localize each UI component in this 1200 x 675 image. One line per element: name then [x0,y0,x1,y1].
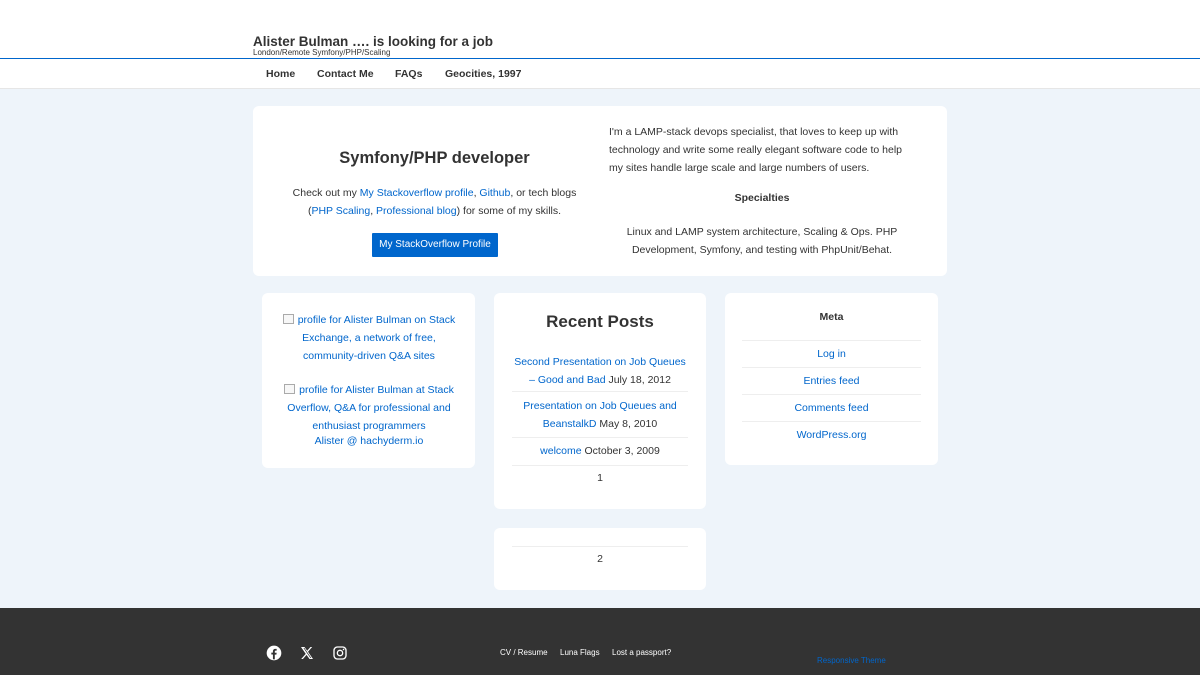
meta-title: Meta [819,311,844,323]
hero-desc-suffix: ) for some of my skills. [456,205,562,217]
stackoverflow-profile-link[interactable]: My Stackoverflow profile [360,187,474,199]
specialties-heading: Specialties [734,192,790,204]
hero-title: Symfony/PHP developer [339,149,530,167]
entries-feed-link[interactable]: Entries feed [803,375,859,387]
log-in-link[interactable]: Log in [817,348,846,360]
hero-intro: I'm a LAMP-stack devops specialist, that… [609,126,903,174]
pagination-card: 2 [494,528,706,590]
site-header: Alister Bulman …. is looking for a job L… [0,0,1200,59]
mastodon-row: Alister @ hachyderm.io [279,435,459,447]
meta-item: Comments feed [742,394,921,421]
broken-image-icon [284,384,296,394]
hero-card: Symfony/PHP developer Check out my My St… [253,106,947,276]
stack-exchange-profile-link[interactable]: profile for Alister Bulman on Stack Exch… [279,311,459,365]
meta-item: Log in [742,340,921,367]
footer-link-luna-flags[interactable]: Luna Flags [560,648,600,657]
stack-exchange-profile-alt[interactable]: profile for Alister Bulman on Stack Exch… [298,314,456,362]
nav-item-geocities[interactable]: Geocities, 1997 [445,68,521,80]
post-date: October 3, 2009 [584,445,660,457]
instagram-icon[interactable] [332,645,348,661]
pagination-number[interactable]: 1 [494,472,706,484]
site-footer: CV / Resume Luna Flags Lost a passport? … [0,608,1200,675]
wordpress-org-link[interactable]: WordPress.org [797,429,867,441]
github-link[interactable]: Github [479,187,510,199]
mastodon-link[interactable]: Alister @ hachyderm.io [315,435,424,447]
specialties-text: Linux and LAMP system architecture, Scal… [626,226,898,256]
list-item: Second Presentation on Job Queues – Good… [512,353,688,392]
comments-feed-link[interactable]: Comments feed [794,402,868,414]
list-item: welcome October 3, 2009 [512,442,688,466]
main-nav: Home Contact Me FAQs Geocities, 1997 [0,59,1200,89]
meta-item: Entries feed [742,367,921,394]
stackoverflow-profile-button[interactable]: My StackOverflow Profile [372,233,498,257]
nav-item-home[interactable]: Home [266,68,295,80]
profiles-card: profile for Alister Bulman on Stack Exch… [262,293,475,468]
stack-overflow-profile-link[interactable]: profile for Alister Bulman at Stack Over… [279,381,459,435]
theme-credit-link[interactable]: Responsive Theme [817,656,886,665]
footer-link-cv[interactable]: CV / Resume [500,648,548,657]
stack-overflow-profile-alt[interactable]: profile for Alister Bulman at Stack Over… [287,384,454,432]
footer-link-lost-passport[interactable]: Lost a passport? [612,648,671,657]
professional-blog-link[interactable]: Professional blog [376,205,457,217]
list-item: Presentation on Job Queues and Beanstalk… [512,397,688,438]
post-date: May 8, 2010 [599,418,658,430]
hero-description: Check out my My Stackoverflow profile, G… [283,184,586,220]
facebook-icon[interactable] [266,645,282,661]
nav-item-faqs[interactable]: FAQs [395,68,422,80]
meta-card: Meta Log in Entries feed Comments feed W… [725,293,938,465]
site-tagline: London/Remote Symfony/PHP/Scaling [253,48,391,57]
php-scaling-link[interactable]: PHP Scaling [311,205,370,217]
recent-posts-card: Recent Posts Second Presentation on Job … [494,293,706,509]
pagination-number[interactable]: 2 [494,553,706,565]
recent-posts-title: Recent Posts [546,312,654,331]
x-icon[interactable] [299,645,315,661]
post-link[interactable]: welcome [540,445,581,457]
site-title[interactable]: Alister Bulman …. is looking for a job [253,34,493,49]
divider [512,546,688,547]
nav-item-contact[interactable]: Contact Me [317,68,374,80]
post-date: July 18, 2012 [608,374,671,386]
meta-item: WordPress.org [742,421,921,448]
hero-desc-prefix: Check out my [292,187,360,199]
broken-image-icon [282,314,294,324]
